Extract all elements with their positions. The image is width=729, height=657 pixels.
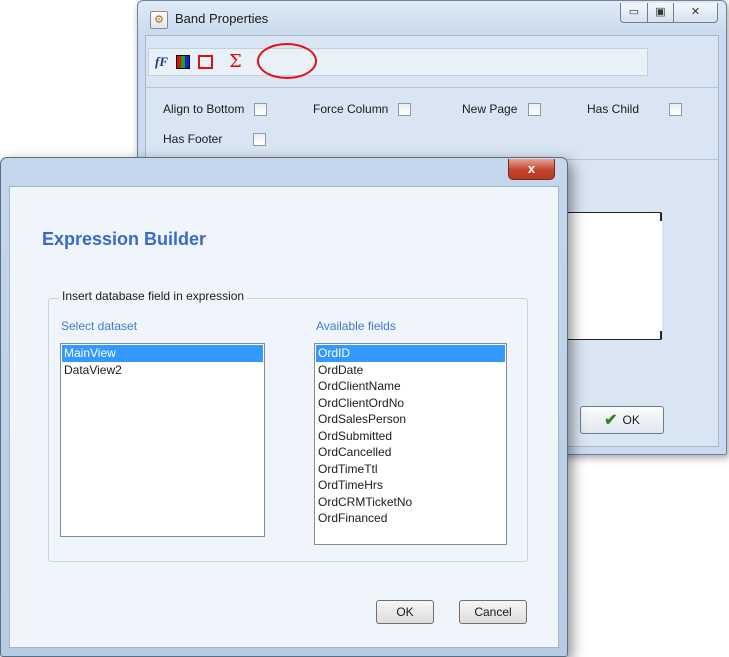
minimize-button[interactable]: ▭: [620, 3, 648, 23]
toolbar: fF Σ: [148, 48, 648, 76]
ok-button-label: OK: [622, 413, 640, 427]
ok-button[interactable]: OK: [376, 600, 434, 624]
band-options: Align to Bottom Force Column New Page Ha…: [146, 88, 718, 158]
dataset-label: Select dataset: [61, 319, 138, 333]
dataset-listbox[interactable]: MainView DataView2: [60, 343, 265, 537]
group-label: Insert database field in expression: [59, 289, 248, 303]
fields-label: Available fields: [316, 319, 396, 333]
sigma-icon[interactable]: Σ: [229, 53, 242, 71]
has-footer-checkbox[interactable]: [253, 132, 267, 146]
font-icon[interactable]: fF: [155, 53, 168, 71]
has-child-label: Has Child: [587, 102, 640, 116]
field-item[interactable]: OrdID: [316, 345, 505, 362]
field-item[interactable]: OrdDate: [316, 362, 505, 379]
cancel-button[interactable]: Cancel: [459, 600, 527, 624]
app-icon: ⚙: [150, 11, 168, 29]
align-to-bottom-label: Align to Bottom: [163, 102, 245, 116]
field-item[interactable]: OrdTimeHrs: [316, 477, 505, 494]
fields-listbox[interactable]: OrdID OrdDate OrdClientName OrdClientOrdNo O…: [314, 343, 507, 545]
field-item[interactable]: OrdCancelled: [316, 444, 505, 461]
expression-builder-client: Expression Builder Insert database field…: [9, 186, 559, 648]
window-title: Band Properties: [175, 11, 269, 26]
new-page-checkbox[interactable]: [528, 102, 542, 116]
has-footer-label: Has Footer: [163, 132, 223, 146]
field-item[interactable]: OrdTimeTtl: [316, 461, 505, 478]
band-properties-titlebar[interactable]: ⚙ Band Properties ▭ ▣ ✕: [138, 1, 726, 35]
expression-box[interactable]: [556, 212, 662, 340]
expression-builder-window: x Expression Builder Insert database fie…: [0, 157, 568, 657]
caption-buttons: ▭ ▣ ✕: [620, 3, 718, 23]
field-item[interactable]: OrdFinanced: [316, 510, 505, 527]
force-column-checkbox[interactable]: [398, 102, 412, 116]
option-new-page: New Page: [462, 102, 542, 116]
color-grid-icon[interactable]: [176, 55, 190, 69]
option-align-to-bottom: Align to Bottom: [163, 102, 268, 116]
option-force-column: Force Column: [313, 102, 412, 116]
close-button[interactable]: x: [508, 159, 555, 180]
field-item[interactable]: OrdClientName: [316, 378, 505, 395]
dialog-heading: Expression Builder: [42, 229, 207, 249]
field-item[interactable]: OrdSalesPerson: [316, 411, 505, 428]
option-has-footer: Has Footer: [163, 132, 267, 146]
align-to-bottom-checkbox[interactable]: [254, 102, 268, 116]
has-child-checkbox[interactable]: [669, 102, 683, 116]
force-column-label: Force Column: [313, 102, 389, 116]
option-has-child: Has Child: [587, 102, 683, 116]
frame-icon[interactable]: [198, 55, 213, 69]
new-page-label: New Page: [462, 102, 518, 116]
check-icon: ✔: [604, 412, 618, 429]
dataset-item[interactable]: DataView2: [62, 362, 263, 379]
field-item[interactable]: OrdCRMTicketNo: [316, 494, 505, 511]
dataset-item[interactable]: MainView: [62, 345, 263, 362]
highlight-ring: [257, 43, 317, 79]
ok-button[interactable]: ✔ OK: [580, 406, 664, 434]
field-item[interactable]: OrdClientOrdNo: [316, 395, 505, 412]
field-item[interactable]: OrdSubmitted: [316, 428, 505, 445]
close-button[interactable]: ✕: [674, 3, 718, 23]
maximize-button[interactable]: ▣: [648, 3, 674, 23]
